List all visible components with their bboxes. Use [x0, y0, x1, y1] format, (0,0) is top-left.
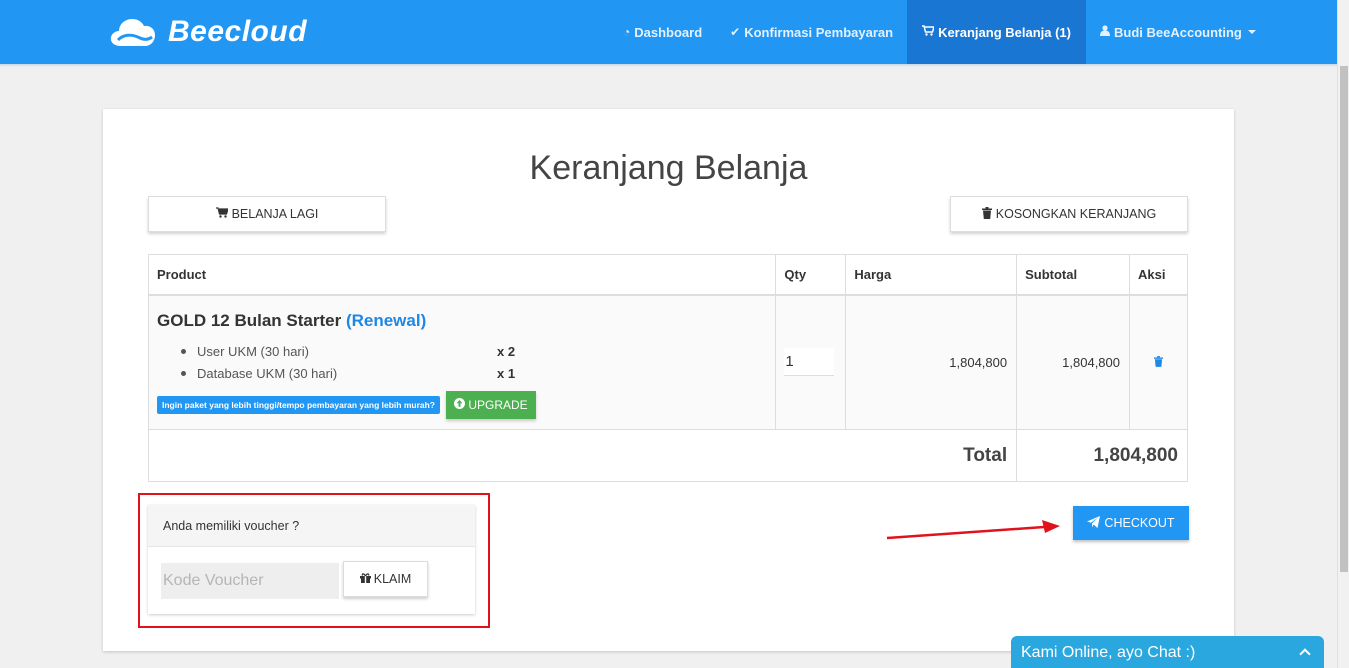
paper-plane-icon	[1087, 515, 1101, 531]
trash-icon	[1154, 355, 1163, 367]
upgrade-label: UPGRADE	[468, 397, 528, 412]
bullet-icon	[181, 371, 186, 376]
checkout-label: CHECKOUT	[1104, 516, 1175, 530]
nav-label: Dashboard	[634, 24, 703, 40]
feature-qty: x 1	[497, 366, 516, 381]
nav-konfirmasi-pembayaran[interactable]: ✔ Konfirmasi Pembayaran	[716, 0, 907, 64]
list-item: Database UKM (30 hari) x 1	[181, 363, 767, 385]
check-icon: ✔	[730, 25, 741, 39]
trash-icon	[981, 206, 992, 222]
chat-label: Kami Online, ayo Chat :)	[1021, 644, 1196, 661]
nav-dashboard[interactable]: ◔ Dashboard	[609, 0, 716, 64]
page-scrollbar[interactable]	[1337, 0, 1349, 668]
total-label: Total	[147, 429, 1018, 482]
arrow-up-icon	[454, 397, 466, 412]
dashboard-icon: ◔	[623, 25, 631, 39]
upgrade-button[interactable]: UPGRADE	[445, 390, 536, 419]
feature-label: User UKM (30 hari)	[197, 344, 309, 359]
feature-label: Database UKM (30 hari)	[197, 366, 338, 381]
navbar-shadow	[0, 64, 1337, 67]
top-navbar: Beecloud ◔ Dashboard ✔ Konfirmasi Pembay…	[0, 0, 1337, 64]
product-name: GOLD 12 Bulan Starter (Renewal)	[157, 311, 767, 331]
product-title: GOLD 12 Bulan Starter	[157, 310, 342, 330]
empty-cart-label: KOSONGKAN KERANJANG	[995, 207, 1157, 221]
total-row: Total 1,804,800	[147, 429, 1188, 482]
cart-table: Product Qty Harga Subtotal Aksi GOLD 12 …	[147, 254, 1188, 482]
arrow-right-icon	[886, 520, 1060, 540]
feature-qty: x 2	[497, 344, 516, 359]
total-value: 1,804,800	[1016, 429, 1188, 482]
upgrade-row: Ingin paket yang lebih tinggi/tempo pemb…	[157, 390, 767, 419]
nav-label: Keranjang Belanja (1)	[938, 24, 1071, 40]
user-icon	[1100, 25, 1110, 39]
caret-down-icon	[1247, 30, 1256, 34]
nav-user-menu[interactable]: Budi BeeAccounting	[1086, 0, 1270, 64]
subtotal-cell: 1,804,800	[1016, 294, 1130, 430]
voucher-highlight-box	[138, 493, 490, 628]
product-cell: GOLD 12 Bulan Starter (Renewal) User UKM…	[147, 294, 777, 430]
harga-cell: 1,804,800	[845, 294, 1018, 430]
bullet-icon	[181, 349, 186, 354]
live-chat-tab[interactable]: Kami Online, ayo Chat :)	[1011, 636, 1324, 668]
page-title: Keranjang Belanja	[529, 149, 808, 187]
header-qty: Qty	[775, 254, 847, 296]
empty-cart-button[interactable]: KOSONGKAN KERANJANG	[950, 196, 1188, 232]
table-header-row: Product Qty Harga Subtotal Aksi	[147, 254, 1188, 296]
qty-cell	[775, 294, 847, 430]
feature-list: User UKM (30 hari) x 2 Database UKM (30 …	[157, 341, 767, 385]
product-renewal-tag: (Renewal)	[345, 310, 427, 330]
continue-shopping-label: BELANJA LAGI	[231, 207, 319, 221]
qty-input[interactable]	[784, 348, 835, 377]
main-nav: ◔ Dashboard ✔ Konfirmasi Pembayaran Kera…	[609, 0, 1270, 64]
nav-label: Budi BeeAccounting	[1114, 24, 1242, 40]
remove-item-button[interactable]	[1154, 355, 1163, 370]
scrollbar-thumb[interactable]	[1340, 66, 1348, 572]
continue-shopping-button[interactable]: BELANJA LAGI	[148, 196, 386, 232]
cart-icon	[215, 207, 229, 221]
nav-label: Konfirmasi Pembayaran	[744, 24, 894, 40]
cart-icon	[922, 25, 936, 39]
checkout-button[interactable]: CHECKOUT	[1073, 506, 1189, 540]
brand-logo[interactable]: Beecloud	[110, 14, 307, 50]
header-subtotal: Subtotal	[1016, 254, 1130, 296]
upgrade-hint-badge: Ingin paket yang lebih tinggi/tempo pemb…	[157, 395, 440, 414]
nav-keranjang-belanja[interactable]: Keranjang Belanja (1)	[907, 0, 1086, 64]
header-product: Product	[147, 254, 777, 296]
header-aksi: Aksi	[1129, 254, 1188, 296]
table-row: GOLD 12 Bulan Starter (Renewal) User UKM…	[147, 294, 1188, 430]
cloud-logo-icon	[110, 19, 155, 46]
header-harga: Harga	[845, 254, 1018, 296]
aksi-cell	[1129, 294, 1188, 430]
chevron-up-icon	[1299, 648, 1311, 660]
brand-name: Beecloud	[168, 15, 308, 48]
list-item: User UKM (30 hari) x 2	[181, 341, 767, 363]
